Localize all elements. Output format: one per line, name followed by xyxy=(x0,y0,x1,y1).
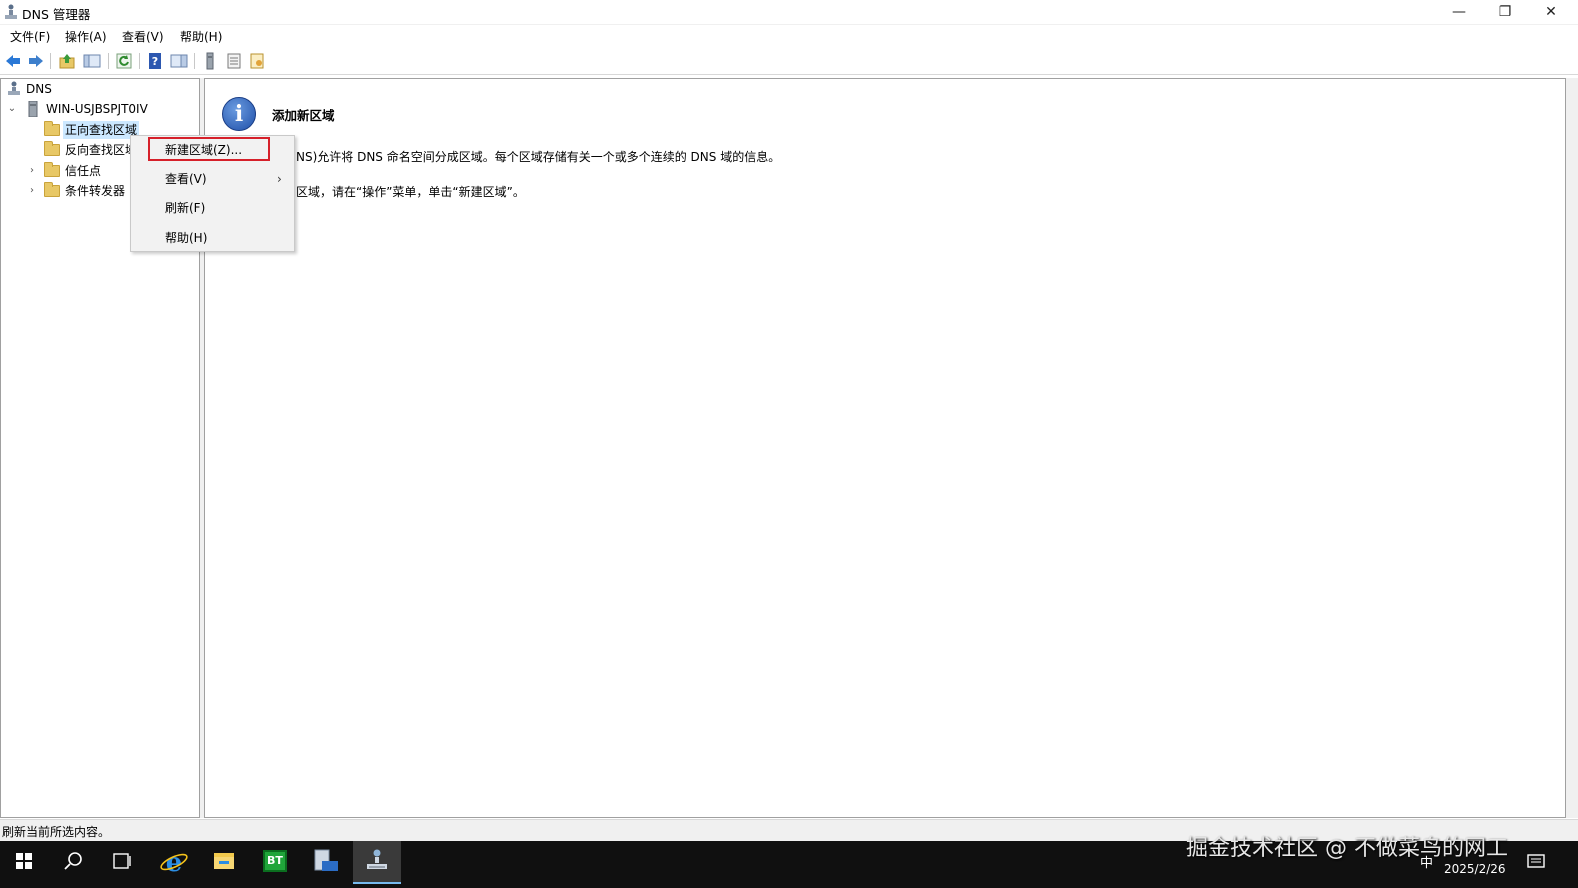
menu-item-view[interactable]: 查看(V) › xyxy=(131,166,294,192)
chevron-right-icon[interactable]: › xyxy=(26,162,38,180)
toolbar-separator xyxy=(194,53,195,69)
menu-help[interactable]: 帮助(H) xyxy=(180,28,222,45)
chevron-right-icon: › xyxy=(277,172,282,186)
show-hide-action-pane-icon[interactable] xyxy=(170,52,188,70)
title-bar: DNS 管理器 — ❐ ✕ xyxy=(0,0,1578,25)
toolbar-separator xyxy=(50,53,51,69)
file-explorer-icon[interactable] xyxy=(200,841,248,882)
folder-icon xyxy=(44,121,60,136)
result-description: NS)允许将 DNS 命名空间分成区域。每个区域存储有关一个或多个连续的 DNS… xyxy=(296,150,781,164)
chevron-right-icon[interactable]: › xyxy=(26,182,38,200)
menu-item-label: 查看(V) xyxy=(165,172,207,186)
svg-text:e: e xyxy=(166,848,183,878)
properties-icon[interactable] xyxy=(248,52,266,70)
menu-file[interactable]: 文件(F) xyxy=(10,28,50,45)
server-icon xyxy=(28,101,38,117)
tree-node-label: 正向查找区域 xyxy=(63,121,140,139)
tree-node-label: DNS xyxy=(26,82,52,96)
dns-manager-icon xyxy=(5,4,17,19)
toolbar-separator xyxy=(139,53,140,69)
menu-action[interactable]: 操作(A) xyxy=(65,28,107,45)
toolbar: ? xyxy=(0,48,1578,75)
ie-icon[interactable]: e xyxy=(150,841,198,882)
notification-icon[interactable] xyxy=(1526,852,1546,872)
start-icon[interactable] xyxy=(0,841,48,882)
svg-text:?: ? xyxy=(152,55,158,68)
ime-indicator[interactable]: 中 xyxy=(1420,852,1433,871)
chevron-down-icon[interactable]: ⌄ xyxy=(6,100,18,118)
highlight-box xyxy=(148,137,270,161)
result-instruction: 区域，请在“操作”菜单，单击“新建区域”。 xyxy=(296,185,525,199)
list-icon[interactable] xyxy=(225,52,243,70)
window-edge xyxy=(1566,78,1578,818)
refresh-icon[interactable] xyxy=(115,52,133,70)
server-manager-icon[interactable] xyxy=(302,841,350,882)
bt-panel-icon[interactable]: BT xyxy=(251,841,299,882)
task-view-icon[interactable] xyxy=(98,841,146,882)
result-heading: 添加新区域 xyxy=(272,108,335,123)
tree-node-label: 信任点 xyxy=(65,164,102,178)
close-button[interactable]: ✕ xyxy=(1528,0,1574,24)
folder-icon xyxy=(44,162,60,177)
menu-item-refresh[interactable]: 刷新(F) xyxy=(131,195,294,221)
folder-icon xyxy=(44,141,60,156)
tree-node-label: WIN-USJBSPJT0IV xyxy=(46,102,148,116)
server-icon[interactable] xyxy=(201,52,219,70)
menu-bar: 文件(F) 操作(A) 查看(V) 帮助(H) xyxy=(0,25,1578,47)
menu-item-help[interactable]: 帮助(H) xyxy=(131,225,294,251)
dns-manager-icon xyxy=(8,81,20,95)
menu-item-label: 帮助(H) xyxy=(165,231,208,245)
tree-node-label: 反向查找区域 xyxy=(65,143,138,157)
status-text: 刷新当前所选内容。 xyxy=(2,825,111,839)
dns-manager-icon[interactable] xyxy=(353,841,401,884)
up-folder-icon[interactable] xyxy=(58,52,76,70)
watermark: 掘金技术社区 @ 不做菜鸟的网工 xyxy=(1186,836,1508,861)
toolbar-separator xyxy=(108,53,109,69)
info-icon: i xyxy=(222,97,256,131)
menu-item-label: 刷新(F) xyxy=(165,201,206,215)
menu-view[interactable]: 查看(V) xyxy=(122,28,164,45)
folder-icon xyxy=(44,182,60,197)
help-icon[interactable]: ? xyxy=(146,52,164,70)
back-arrow-icon[interactable] xyxy=(4,52,22,70)
tray-date[interactable]: 2025/2/26 xyxy=(1444,862,1506,876)
search-icon[interactable] xyxy=(49,841,97,882)
minimize-button[interactable]: — xyxy=(1436,0,1482,24)
show-hide-console-tree-icon[interactable] xyxy=(83,52,101,70)
tree-node-label: 条件转发器 xyxy=(65,184,126,198)
window-title: DNS 管理器 xyxy=(22,7,91,22)
bt-label: BT xyxy=(263,850,287,872)
restore-button[interactable]: ❐ xyxy=(1482,0,1528,24)
forward-arrow-icon[interactable] xyxy=(27,52,45,70)
